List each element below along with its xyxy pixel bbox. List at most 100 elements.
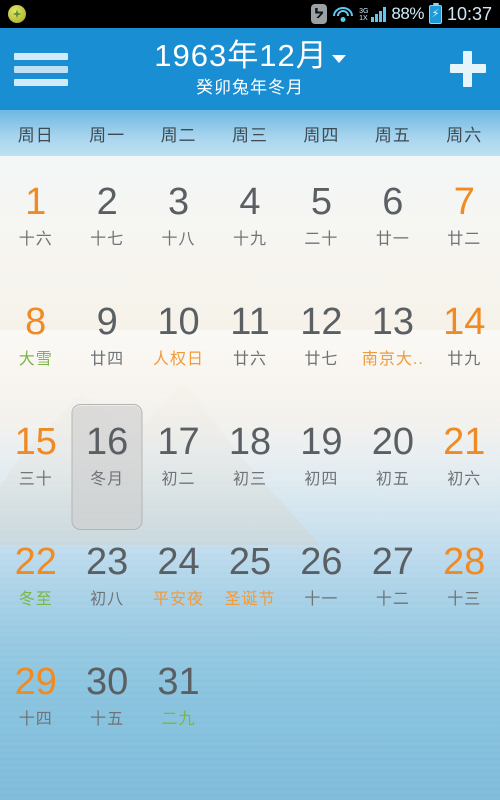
day-lunar-label: 二九 — [161, 711, 196, 728]
month-selector[interactable]: 1963年12月 — [154, 37, 346, 73]
day-cell-12[interactable]: 12 廿七 — [286, 276, 357, 396]
day-cell-28[interactable]: 28 十三 — [429, 516, 500, 636]
day-lunar-label: 冬月 — [90, 471, 125, 488]
day-number: 2 — [96, 181, 118, 223]
day-cell-5[interactable]: 5 二十 — [286, 156, 357, 276]
day-cell-13[interactable]: 13 南京大.. — [357, 276, 428, 396]
day-lunar-label: 初八 — [90, 591, 125, 608]
day-number: 7 — [453, 181, 475, 223]
day-number: 13 — [371, 301, 414, 343]
day-cell-16[interactable]: 16 冬月 — [71, 396, 143, 530]
weekday-mon: 周一 — [89, 125, 126, 145]
network-type-1x: 1X — [359, 15, 368, 22]
day-cell-26[interactable]: 26 十一 — [286, 516, 357, 636]
day-number: 16 — [85, 421, 129, 463]
app-header: 1963年12月 癸卯兔年冬月 — [0, 28, 500, 110]
day-number: 3 — [167, 181, 190, 223]
day-cell-22[interactable]: 22 冬至 — [0, 516, 71, 636]
day-lunar-label: 十二 — [375, 591, 410, 608]
day-cell-3[interactable]: 3 十八 — [143, 156, 214, 276]
battery-percent: 88% — [391, 4, 424, 23]
day-lunar-label: 十六 — [18, 231, 53, 248]
day-number: 12 — [300, 301, 343, 343]
day-cell-7[interactable]: 7 廿二 — [429, 156, 500, 276]
day-lunar-label: 十三 — [447, 591, 482, 608]
day-number: 26 — [300, 541, 343, 583]
day-cell-21[interactable]: 21 初六 — [429, 396, 500, 516]
day-number: 18 — [228, 421, 272, 463]
day-cell-10[interactable]: 10 人权日 — [143, 276, 214, 396]
day-cell-14[interactable]: 14 廿九 — [429, 276, 500, 396]
day-cell-8[interactable]: 8 大雪 — [0, 276, 71, 396]
day-number: 22 — [14, 541, 57, 583]
day-number: 9 — [96, 301, 118, 343]
day-cell-30[interactable]: 30 十五 — [71, 636, 142, 756]
day-lunar-label: 廿一 — [375, 231, 410, 248]
page-title: 1963年12月 — [154, 37, 328, 73]
weekday-header: 周日 周一 周二 周三 周四 周五 周六 — [0, 110, 500, 156]
day-lunar-label: 十五 — [90, 711, 125, 728]
day-number: 31 — [157, 661, 200, 703]
weekday-wed: 周三 — [231, 125, 268, 145]
add-event-button[interactable] — [432, 51, 486, 87]
day-cell-23[interactable]: 23 初八 — [71, 516, 142, 636]
day-number: 10 — [157, 301, 200, 343]
weekday-tue: 周二 — [160, 125, 197, 145]
day-cell-9[interactable]: 9 廿四 — [71, 276, 142, 396]
status-bar-left — [8, 5, 311, 23]
day-lunar-label: 初五 — [375, 471, 410, 488]
day-cell-31[interactable]: 31 二九 — [143, 636, 214, 756]
hamburger-menu-icon[interactable] — [14, 52, 68, 86]
day-number: 30 — [85, 661, 129, 703]
day-cell-20[interactable]: 20 初五 — [357, 396, 428, 516]
day-cell-11[interactable]: 11 廿六 — [214, 276, 285, 396]
day-cell-25[interactable]: 25 圣诞节 — [214, 516, 285, 636]
day-cell-27[interactable]: 27 十二 — [357, 516, 428, 636]
weekday-thu: 周四 — [303, 125, 340, 145]
calendar-grid: 1 十六 2 十七 3 十八 4 十九 5 二十 6 廿一 7 廿二 8 大雪 9 廿四 10 人权日 11 廿六 12 廿七… — [0, 156, 500, 756]
day-cell-19[interactable]: 19 初四 — [286, 396, 357, 516]
day-cell-1[interactable]: 1 十六 — [0, 156, 71, 276]
day-lunar-label: 南京大.. — [361, 351, 424, 368]
plus-icon — [450, 51, 486, 87]
signal-strength-bars — [371, 6, 387, 22]
day-lunar-label: 冬至 — [18, 591, 53, 608]
day-cell-17[interactable]: 17 初二 — [143, 396, 214, 516]
day-number: 21 — [443, 421, 486, 463]
weekday-fri: 周五 — [374, 125, 411, 145]
weekday-sat: 周六 — [446, 125, 483, 145]
chevron-down-icon — [331, 54, 346, 63]
day-number: 8 — [25, 301, 47, 343]
day-lunar-label: 初三 — [232, 471, 267, 488]
day-lunar-label: 三十 — [18, 471, 53, 488]
day-cell-15[interactable]: 15 三十 — [0, 396, 71, 516]
day-lunar-label: 廿七 — [304, 351, 339, 368]
signal-bars-icon: 3G 1X — [359, 6, 387, 22]
day-number: 23 — [85, 541, 129, 583]
day-lunar-label: 廿四 — [90, 351, 125, 368]
day-lunar-label: 十九 — [232, 231, 267, 248]
network-type-labels: 3G 1X — [359, 8, 368, 22]
day-lunar-label: 二十 — [304, 231, 339, 248]
day-cell-24[interactable]: 24 平安夜 — [143, 516, 214, 636]
day-lunar-label: 人权日 — [153, 351, 205, 368]
status-bar-right: ᔭ 3G 1X 88% ⚡ 10:37 — [311, 2, 492, 25]
app-notification-icon — [8, 5, 26, 23]
wifi-icon — [332, 6, 354, 22]
day-lunar-label: 廿九 — [447, 351, 482, 368]
bluetooth-icon: ᔭ — [311, 4, 328, 24]
day-number: 17 — [157, 421, 200, 463]
day-cell-18[interactable]: 18 初三 — [214, 396, 285, 516]
day-lunar-label: 大雪 — [18, 351, 53, 368]
network-type-3g: 3G — [359, 8, 369, 15]
day-number: 15 — [14, 421, 57, 463]
day-number: 27 — [371, 541, 414, 583]
header-title-block: 1963年12月 癸卯兔年冬月 — [68, 37, 432, 99]
day-number: 11 — [230, 301, 270, 343]
day-cell-29[interactable]: 29 十四 — [0, 636, 71, 756]
day-cell-2[interactable]: 2 十七 — [71, 156, 142, 276]
day-lunar-label: 十一 — [304, 591, 339, 608]
day-cell-4[interactable]: 4 十九 — [214, 156, 285, 276]
day-cell-6[interactable]: 6 廿一 — [357, 156, 428, 276]
day-number: 4 — [239, 181, 261, 223]
